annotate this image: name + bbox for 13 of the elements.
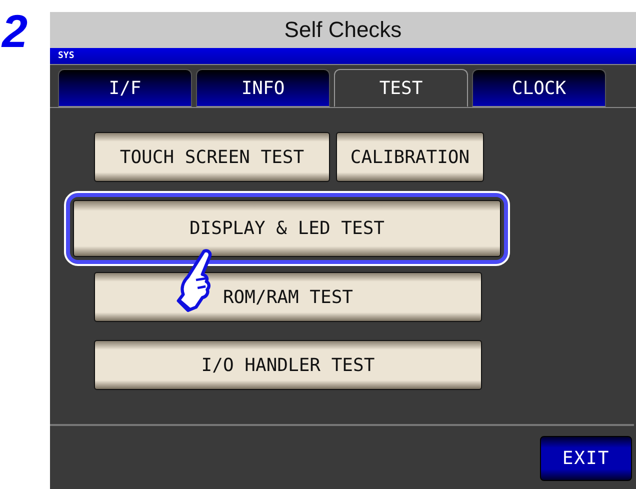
exit-button[interactable]: EXIT (540, 436, 632, 481)
tab[interactable]: TEST (334, 69, 468, 107)
tab[interactable]: INFO (196, 69, 330, 107)
test-button[interactable]: ROM/RAM TEST (94, 272, 482, 322)
tab[interactable]: CLOCK (472, 69, 606, 107)
step-number: 2 (0, 4, 29, 59)
mode-label: SYS (58, 51, 74, 61)
window-title: Self Checks (50, 12, 636, 48)
test-button[interactable]: DISPLAY & LED TEST (73, 200, 501, 256)
tab[interactable]: I/F (58, 69, 192, 107)
test-button[interactable]: TOUCH SCREEN TEST (94, 132, 330, 182)
test-button[interactable]: I/O HANDLER TEST (94, 340, 482, 390)
test-button[interactable]: CALIBRATION (336, 132, 484, 182)
